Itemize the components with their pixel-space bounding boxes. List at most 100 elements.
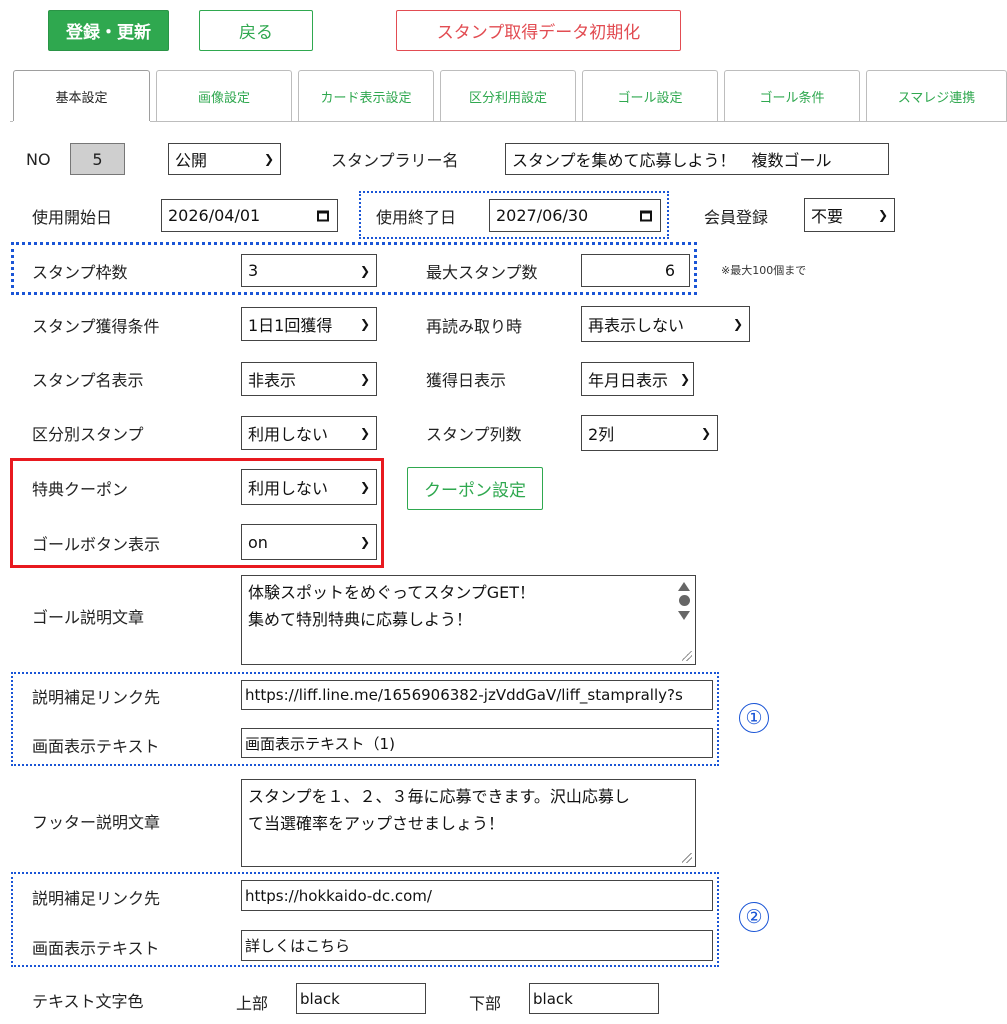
link2-input[interactable]: https://hokkaido-dc.com/ [241,880,713,911]
start-date-label: 使用開始日 [32,208,113,227]
reread-value: 再表示しない [588,316,685,335]
acquire-condition-value: 1日1回獲得 [248,316,333,335]
category-stamp-label: 区分別スタンプ [32,425,144,444]
marker-2: ② [739,902,769,932]
goal-description-line-2: 集めて特別特典に応募しよう！ [248,610,473,629]
end-date-input[interactable]: 2027/06/30 [489,199,661,232]
rally-name-label: スタンプラリー名 [331,151,459,170]
calendar-icon[interactable] [640,210,652,221]
chevron-down-icon: ❯ [359,480,370,494]
bottom-color-input[interactable]: black [529,983,659,1014]
member-registration-select[interactable]: 不要 ❯ [804,198,895,232]
acquire-condition-select[interactable]: 1日1回獲得 ❯ [241,307,377,341]
acquire-date-label: 獲得日表示 [426,371,507,390]
settings-tab-bar: 基本設定 画像設定 カード表示設定 区分利用設定 ゴール設定 ゴール条件 スマレ… [10,70,1007,122]
chevron-down-icon: ❯ [679,372,690,386]
max-stamps-label: 最大スタンプ数 [426,263,538,282]
coupon-settings-button[interactable]: クーポン設定 [407,467,543,510]
acquire-date-value: 年月日表示 [588,371,669,390]
footer-description-line-2: て当選確率をアップさせましょう！ [248,814,505,833]
back-button[interactable]: 戻る [199,10,313,51]
scroll-down-arrow-icon[interactable] [678,611,690,620]
resize-grip-icon[interactable] [682,651,692,661]
tab-basic-settings[interactable]: 基本設定 [13,70,150,122]
publish-select-value: 公開 [175,151,208,170]
chevron-down-icon: ❯ [359,317,370,331]
marker-1: ① [739,703,769,733]
goal-description-label: ゴール説明文章 [32,608,145,627]
scroll-thumb[interactable] [678,595,690,606]
tab-category-settings[interactable]: 区分利用設定 [440,70,576,122]
coupon-label: 特典クーポン [32,480,129,499]
stamp-name-display-value: 非表示 [248,371,297,390]
chevron-down-icon: ❯ [359,372,370,386]
calendar-icon[interactable] [317,210,329,221]
stamp-slots-value: 3 [248,261,259,280]
goal-description-textarea[interactable]: 体験スポットをめぐってスタンプGET！ 集めて特別特典に応募しよう！ [241,575,696,665]
textarea-scrollbar[interactable] [676,580,692,640]
end-date-label: 使用終了日 [376,208,457,227]
text-color-label: テキスト文字色 [32,992,144,1011]
goal-button-display-value: on [248,532,268,552]
scroll-up-arrow-icon[interactable] [678,582,690,591]
tab-card-display-settings[interactable]: カード表示設定 [298,70,434,122]
acquire-condition-label: スタンプ獲得条件 [32,317,160,336]
display-text1-input[interactable]: 画面表示テキスト（1) [241,728,713,758]
category-stamp-select[interactable]: 利用しない ❯ [241,416,377,450]
stamp-columns-select[interactable]: 2列 ❯ [581,415,718,451]
display-text1-label: 画面表示テキスト [32,737,160,756]
top-color-input[interactable]: black [296,983,426,1014]
display-text2-input[interactable]: 詳しくはこちら [241,930,713,961]
link1-input[interactable]: https://liff.line.me/1656906382-jzVddGaV… [241,680,713,710]
goal-button-display-label: ゴールボタン表示 [32,535,161,554]
chevron-down-icon: ❯ [700,426,711,440]
chevron-down-icon: ❯ [359,263,370,278]
tab-image-settings[interactable]: 画像設定 [156,70,292,122]
stamp-columns-label: スタンプ列数 [426,425,522,444]
footer-description-label: フッター説明文章 [32,813,161,832]
coupon-select[interactable]: 利用しない ❯ [241,469,377,505]
stamp-name-display-label: スタンプ名表示 [32,371,144,390]
stamp-columns-value: 2列 [588,425,615,444]
start-date-input[interactable]: 2026/04/01 [161,199,338,232]
start-date-value: 2026/04/01 [168,206,261,225]
stamp-name-display-select[interactable]: 非表示 ❯ [241,362,377,396]
chevron-down-icon: ❯ [732,317,743,331]
chevron-down-icon: ❯ [359,535,370,549]
rally-name-input[interactable]: スタンプを集めて応募しよう！ 複数ゴール [505,143,889,175]
reread-label: 再読み取り時 [426,317,523,336]
member-registration-label: 会員登録 [704,208,769,227]
chevron-down-icon: ❯ [877,208,888,222]
category-stamp-value: 利用しない [248,425,329,444]
active-tab-gap [13,121,150,123]
tab-goal-settings[interactable]: ゴール設定 [582,70,718,122]
goal-button-display-select[interactable]: on ❯ [241,524,377,560]
no-label: NO [26,149,51,169]
tab-divider [10,121,1007,122]
goal-description-line-1: 体験スポットをめぐってスタンプGET！ [248,583,536,602]
max-stamps-note: ※最大100個まで [721,264,807,277]
register-update-button[interactable]: 登録・更新 [48,10,169,51]
bottom-color-label: 下部 [469,994,502,1013]
reread-select[interactable]: 再表示しない ❯ [581,306,750,342]
link1-label: 説明補足リンク先 [32,688,161,707]
tab-goal-conditions[interactable]: ゴール条件 [724,70,860,122]
footer-description-textarea[interactable]: スタンプを１、２、３毎に応募できます。沢山応募し て当選確率をアップさせましょう… [241,779,696,867]
coupon-value: 利用しない [248,479,329,498]
display-text2-label: 画面表示テキスト [32,939,160,958]
acquire-date-select[interactable]: 年月日表示 ❯ [581,362,694,396]
max-stamps-input[interactable]: 6 [581,254,690,287]
end-date-value: 2027/06/30 [496,206,589,225]
chevron-down-icon: ❯ [263,152,274,166]
no-field: 5 [70,143,125,175]
top-color-label: 上部 [236,994,269,1013]
chevron-down-icon: ❯ [359,426,370,440]
tab-smaregi-integration[interactable]: スマレジ連携 [866,70,1007,122]
member-registration-value: 不要 [811,207,844,226]
footer-description-line-1: スタンプを１、２、３毎に応募できます。沢山応募し [248,787,630,806]
publish-select[interactable]: 公開 ❯ [168,143,281,175]
reset-stamp-data-button[interactable]: スタンプ取得データ初期化 [396,10,681,51]
resize-grip-icon[interactable] [682,853,692,863]
stamp-slots-label: スタンプ枠数 [32,263,128,282]
stamp-slots-select[interactable]: 3 ❯ [241,254,377,287]
